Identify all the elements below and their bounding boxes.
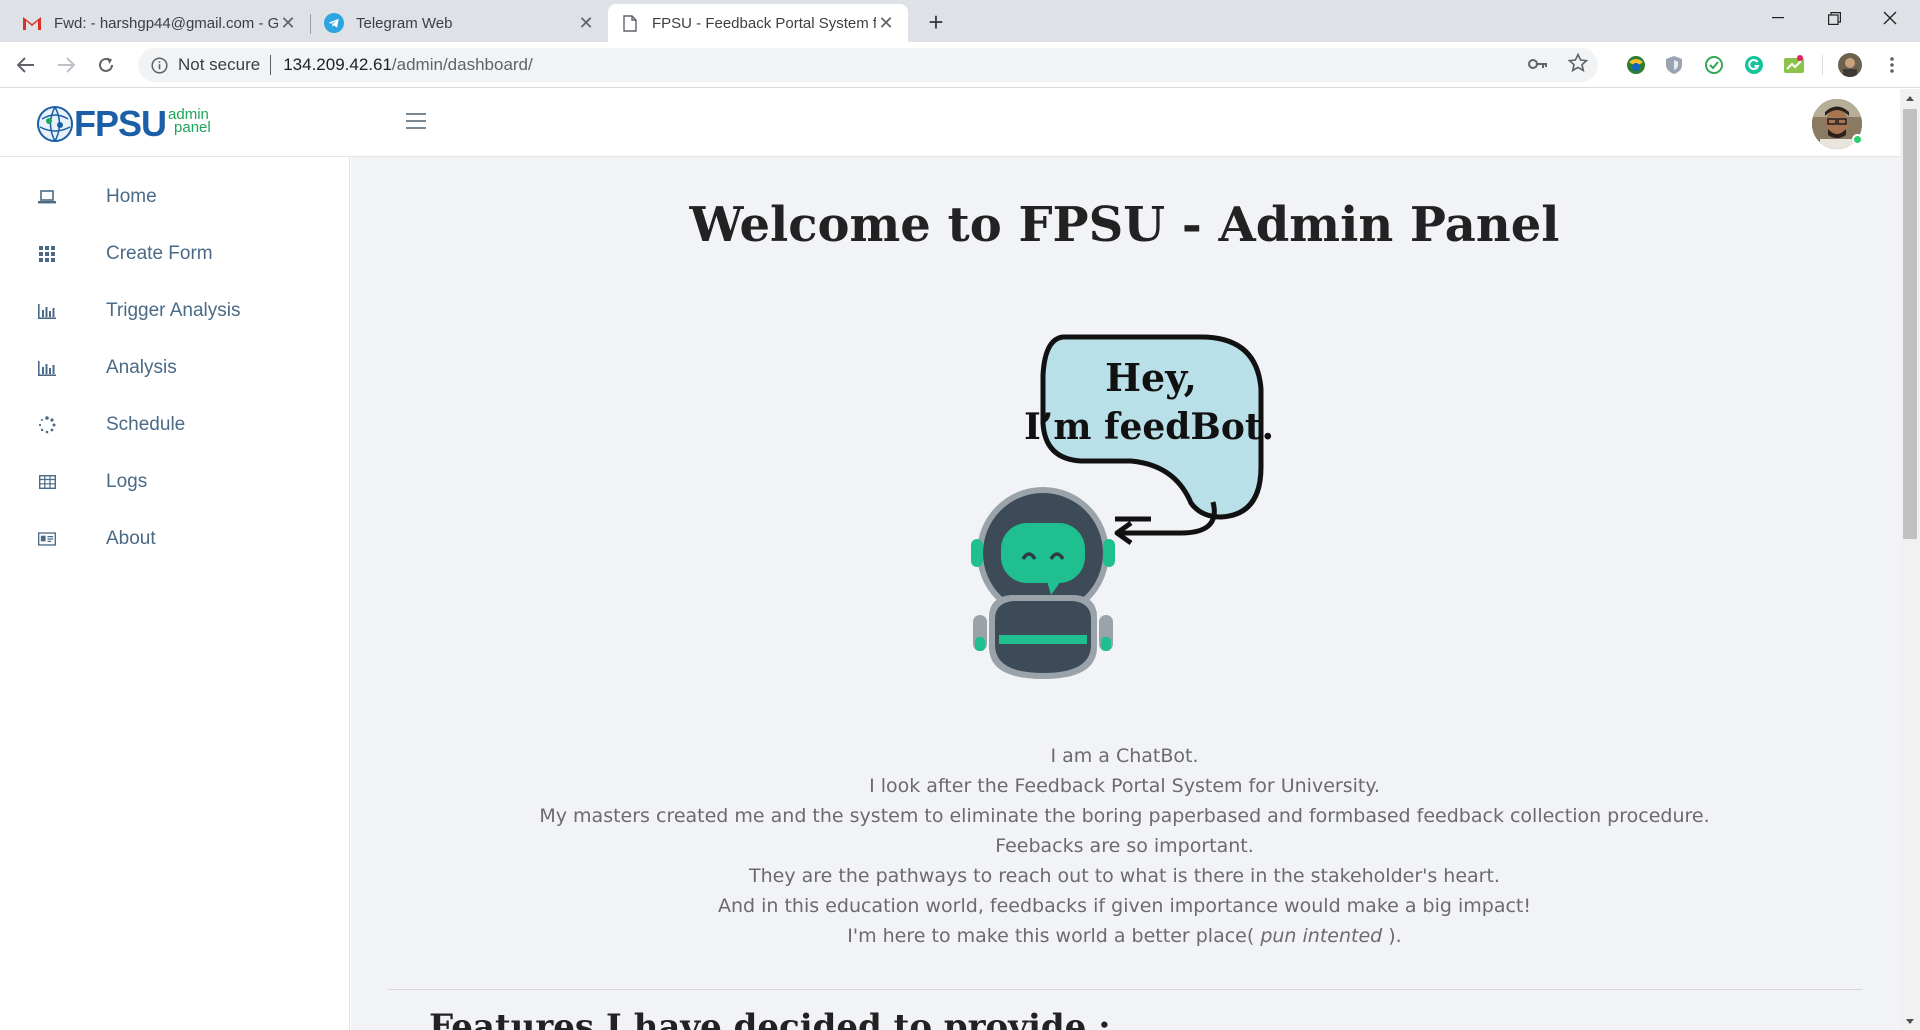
extension-chart-icon[interactable] <box>1782 53 1806 77</box>
intro-line: I am a ChatBot. <box>1050 745 1199 767</box>
browser-tab-telegram[interactable]: Telegram Web ✕ <box>312 4 608 42</box>
minimize-icon[interactable] <box>1752 0 1804 36</box>
intro-line: And in this education world, feedbacks i… <box>717 895 1531 917</box>
logo-sub-bottom: panel <box>174 119 211 136</box>
tab-title: Fwd: - harshgp44@gmail.com - G <box>54 14 278 32</box>
extension-globe-icon[interactable] <box>1624 53 1648 77</box>
bubble-line-1: Hey, <box>1105 355 1197 400</box>
tab-title: Telegram Web <box>356 14 453 32</box>
sidebar-item-label: Trigger Analysis <box>106 300 241 321</box>
sidebar-item-label: About <box>106 528 156 549</box>
browser-toolbar: Not secure 134.209.42.61/admin/dashboard… <box>0 42 1920 88</box>
browser-tab-gmail[interactable]: Fwd: - harshgp44@gmail.com - G ✕ <box>10 4 310 42</box>
intro-line: They are the pathways to reach out to wh… <box>749 865 1500 887</box>
page-scrollbar[interactable] <box>1900 89 1920 1030</box>
tab-separator <box>310 14 311 34</box>
browser-tab-fpsu[interactable]: FPSU - Feedback Portal System fo ✕ <box>608 4 908 42</box>
browser-tabstrip: Fwd: - harshgp44@gmail.com - G ✕ Telegra… <box>0 0 1920 42</box>
logo-text: FPSU <box>74 103 167 144</box>
close-tab-icon[interactable]: ✕ <box>576 13 596 33</box>
intro-line: My masters created me and the system to … <box>539 805 1710 827</box>
extension-check-icon[interactable] <box>1702 53 1726 77</box>
back-icon[interactable] <box>10 49 42 81</box>
sidebar-item-about[interactable]: About <box>0 517 350 561</box>
new-tab-button[interactable]: + <box>922 7 950 37</box>
forward-icon[interactable] <box>50 49 82 81</box>
web-page: FPSU admin panel Home Create Form Trigge… <box>0 89 1920 1030</box>
sidebar-item-label: Analysis <box>106 357 177 378</box>
sidebar-item-create-form[interactable]: Create Form <box>0 232 350 276</box>
fpsu-logo[interactable]: FPSU admin panel <box>36 103 211 145</box>
laptop-icon <box>38 188 56 206</box>
scroll-down-arrow-icon[interactable] <box>1900 1012 1920 1030</box>
url-host: 134.209.42.61 <box>283 55 392 74</box>
spinner-icon <box>38 416 56 434</box>
page-title: Welcome to FPSU - Admin Panel <box>689 197 1560 253</box>
sidebar-item-label: Schedule <box>106 414 186 435</box>
reload-icon[interactable] <box>90 49 122 81</box>
section-divider <box>388 989 1862 990</box>
bubble-line-2: I’m feedBot. <box>1024 406 1274 448</box>
close-tab-icon[interactable]: ✕ <box>278 13 298 33</box>
address-divider <box>270 55 272 75</box>
intro-line: Feebacks are so important. <box>995 835 1254 857</box>
sidebar-item-home[interactable]: Home <box>0 175 350 219</box>
hamburger-menu-icon[interactable] <box>406 113 426 129</box>
bookmark-star-icon[interactable] <box>1567 52 1589 78</box>
telegram-icon <box>324 13 344 33</box>
intro-line-last: I'm here to make this world a better pla… <box>351 921 1898 951</box>
bar-chart-icon <box>38 302 56 320</box>
info-icon[interactable] <box>150 56 168 74</box>
close-tab-icon[interactable]: ✕ <box>876 13 896 33</box>
intro-last-prefix: I'm here to make this world a better pla… <box>847 925 1255 947</box>
sidebar-item-analysis[interactable]: Analysis <box>0 346 350 390</box>
menu-kebab-icon[interactable] <box>1880 53 1904 77</box>
sidebar-item-logs[interactable]: Logs <box>0 460 350 504</box>
feedbot-illustration: Hey, I’m feedBot. <box>971 334 1274 679</box>
sidebar: Home Create Form Trigger Analysis Analys… <box>0 157 350 1030</box>
id-card-icon <box>38 530 56 548</box>
bar-chart-icon <box>38 359 56 377</box>
sidebar-item-schedule[interactable]: Schedule <box>0 403 350 447</box>
globe-logo-icon <box>37 106 73 142</box>
app-header: FPSU admin panel <box>0 89 1900 157</box>
profile-avatar-icon[interactable] <box>1838 53 1862 77</box>
intro-emphasis: pun intented <box>1260 925 1383 947</box>
grid-icon <box>38 245 56 263</box>
main-content: Welcome to FPSU - Admin Panel Hey, I’m f… <box>351 157 1900 1030</box>
key-icon[interactable] <box>1528 55 1548 75</box>
extension-shield-icon[interactable] <box>1662 53 1686 77</box>
grammarly-icon[interactable] <box>1742 53 1766 77</box>
logo-subtitle: admin panel <box>168 107 211 136</box>
scrollbar-thumb[interactable] <box>1903 109 1917 539</box>
security-label: Not secure <box>178 55 261 74</box>
sidebar-item-trigger-analysis[interactable]: Trigger Analysis <box>0 289 350 333</box>
gmail-icon <box>22 13 42 33</box>
page-icon <box>620 13 640 33</box>
table-icon <box>38 473 56 491</box>
online-status-dot <box>1852 134 1863 145</box>
toolbar-divider <box>1822 55 1823 75</box>
intro-last-suffix: ). <box>1388 925 1402 947</box>
tab-title: FPSU - Feedback Portal System fo <box>652 14 876 32</box>
url-path: /admin/dashboard/ <box>391 55 533 74</box>
address-bar[interactable]: Not secure 134.209.42.61/admin/dashboard… <box>138 48 1598 82</box>
intro-line: I look after the Feedback Portal System … <box>869 775 1380 797</box>
restore-icon[interactable] <box>1808 0 1860 36</box>
sidebar-item-label: Logs <box>106 471 148 492</box>
close-window-icon[interactable] <box>1864 0 1916 36</box>
sidebar-item-label: Home <box>106 186 157 207</box>
intro-paragraph: I am a ChatBot. I look after the Feedbac… <box>351 741 1898 951</box>
features-heading: Features I have decided to provide : <box>429 1007 1111 1030</box>
scroll-up-arrow-icon[interactable] <box>1900 89 1920 107</box>
sidebar-item-label: Create Form <box>106 243 213 264</box>
